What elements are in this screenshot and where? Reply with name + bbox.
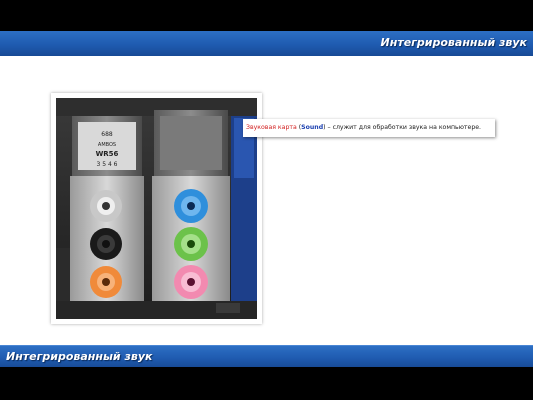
footer-bar: Интегрированный звук <box>0 345 533 368</box>
caption-term: Звуковая карта <box>246 124 297 131</box>
right-jack-stack <box>152 110 230 301</box>
caption-rest: ) – служит для обработки звука на компью… <box>323 124 482 131</box>
footer-title: Интегрированный звук <box>6 350 153 363</box>
header-title: Интегрированный звук <box>380 36 527 49</box>
label-wr56: WR56 <box>96 150 119 158</box>
bottom-black-strip <box>0 367 533 400</box>
label-688: 688 <box>101 131 113 138</box>
left-jack-stack: 688 AMBOS WR56 3 5 4 6 <box>70 116 144 301</box>
label-digits: 3 5 4 6 <box>97 161 118 168</box>
label-ambos: AMBOS <box>98 142 116 148</box>
top-black-strip <box>0 0 533 31</box>
sound-card-photo: 688 AMBOS WR56 3 5 4 6 <box>56 98 257 319</box>
caption-sound: Sound <box>301 124 324 131</box>
slide: Интегрированный звук 688 AMBOS WR56 3 5 … <box>0 0 533 400</box>
caption-box: Звуковая карта (Sound) – служит для обра… <box>243 119 495 137</box>
header-bar: Интегрированный звук <box>0 31 533 57</box>
